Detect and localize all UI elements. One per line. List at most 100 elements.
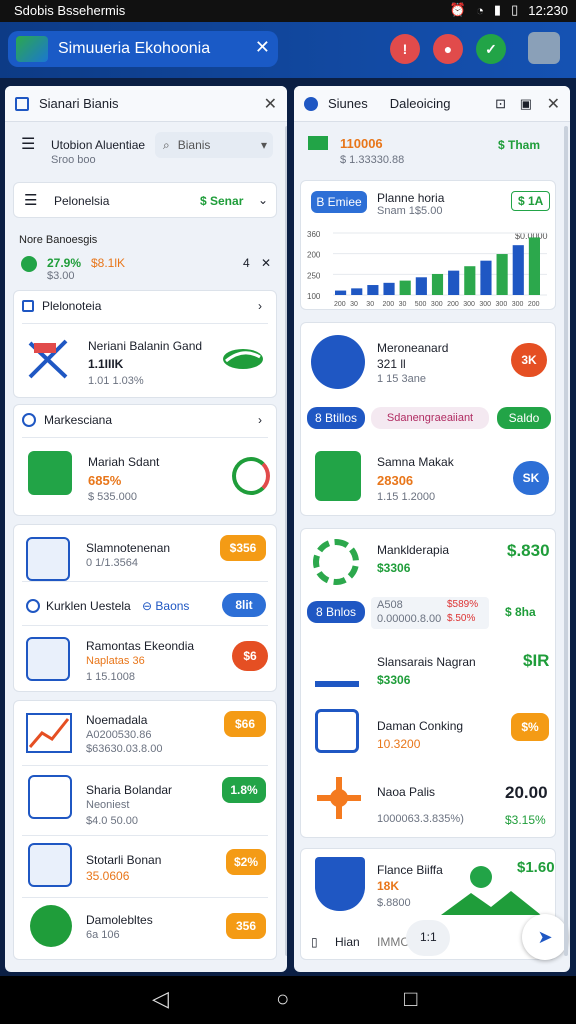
back-icon[interactable]: ◁ <box>152 986 169 1012</box>
alarm-icon: ⏰ <box>449 2 467 17</box>
x-tick-label: 30 <box>350 301 358 308</box>
row3-pct: 27.9% <box>47 256 82 270</box>
list-item-action[interactable]: ⊖ Baons <box>142 599 189 613</box>
card5-right: $IR <box>523 651 550 670</box>
x-tick-label: 200 <box>382 301 394 308</box>
app-title-tab[interactable]: Simuueria Ekohoonia ✕ <box>8 31 278 67</box>
list-item-badge[interactable]: $66 <box>224 711 266 737</box>
section1-header[interactable]: Plelonoteia <box>22 299 101 313</box>
chart-button[interactable]: B Emiee <box>311 191 367 213</box>
list-item-badge[interactable]: $2% <box>226 849 266 875</box>
x-tick-label: 200 <box>334 301 346 308</box>
row3-sub2: $8.1lK <box>91 256 126 270</box>
chip-right[interactable]: Saldo <box>497 407 551 429</box>
section2-title: Markesciana <box>44 413 113 427</box>
card6-badge[interactable]: $% <box>511 713 549 741</box>
chart-bar <box>335 290 347 295</box>
chip-mid2-a: A508 <box>377 599 403 611</box>
divider <box>22 765 268 766</box>
tab-siunes[interactable]: Siunes <box>328 96 368 111</box>
left-panel: Sianari Bianis ✕ ☰ Utobion Aluentiae Sro… <box>5 86 287 972</box>
top-value: 110006 <box>340 136 383 151</box>
list-item-button[interactable]: 8lit <box>222 593 266 617</box>
section2-header[interactable]: Markesciana <box>22 413 112 427</box>
chip-mid-2[interactable]: A508 0.00000.8.00 $589% $.50% <box>371 597 489 629</box>
app-bar: Simuueria Ekohoonia ✕ ! ● ✓ <box>0 22 576 78</box>
chip-mid2-v1: $589% <box>447 599 479 610</box>
recents-icon[interactable]: □ <box>404 986 417 1012</box>
chip-left-2[interactable]: 8 Bnlos <box>307 601 365 623</box>
list-item-title: Stotarli Bonan <box>86 853 162 867</box>
right-panel-header: Siunes Daleoicing ⊡ ▣ ✕ <box>294 86 570 122</box>
card2-title: Meroneanard <box>377 341 449 355</box>
search-input[interactable]: ⌕ Bianis ▾ <box>155 132 273 158</box>
row1-sub: Sroo boo <box>51 154 96 166</box>
record-button[interactable]: ● <box>433 34 463 64</box>
scrollbar[interactable] <box>564 126 568 956</box>
app-title: Simuueria Ekohoonia <box>58 40 211 57</box>
x-tick-label: 300 <box>463 301 475 308</box>
x-tick-label: 200 <box>528 301 540 308</box>
home-icon[interactable]: ○ <box>276 986 289 1012</box>
avatar[interactable] <box>528 32 560 64</box>
close-icon[interactable]: ✕ <box>261 256 271 270</box>
section2-item-sub: $ 535.000 <box>88 491 137 503</box>
card6-title: Daman Conking <box>377 719 464 733</box>
chevron-down-icon[interactable]: ⌄ <box>258 193 268 207</box>
card3-badge[interactable]: SK <box>513 461 549 495</box>
list-icon: ☰ <box>24 192 38 209</box>
card5-title: Slansarais Nagran <box>377 655 476 669</box>
row3-right: 4 <box>243 256 250 270</box>
clock-icon <box>26 599 40 613</box>
chip-mid[interactable]: Sdanengraeaiiant <box>371 407 489 429</box>
list-item-badge[interactable]: $356 <box>220 535 266 561</box>
close-icon[interactable]: ✕ <box>547 94 560 114</box>
chart-bar <box>431 273 444 295</box>
list-item-badge[interactable]: 356 <box>226 913 266 939</box>
chevron-right-icon[interactable]: › <box>258 299 262 313</box>
calendar-icon <box>28 451 72 495</box>
list-icon: ☰ <box>21 136 36 153</box>
chat-button[interactable]: ✓ <box>476 34 506 64</box>
row3-sub1: $3.00 <box>47 270 75 282</box>
card4-title: Manklderapia <box>377 543 450 557</box>
chevron-right-icon[interactable]: › <box>258 413 262 427</box>
list-item-sub: 35.0606 <box>86 869 130 883</box>
map-pin-icon <box>441 863 541 915</box>
chart-right-badge[interactable]: $ 1A <box>511 191 551 211</box>
card6-value: 10.3200 <box>377 737 421 751</box>
chip-mid2-v2: $.50% <box>447 613 476 624</box>
card2-badge[interactable]: 3K <box>511 343 547 377</box>
tab-daleoicing[interactable]: Daleoicing <box>390 96 451 111</box>
status-bar: Sdobis Bssehermis ⏰ ◔ ▮ ▯ 12:230 <box>0 0 576 22</box>
divider <box>22 323 268 324</box>
right-panel: Siunes Daleoicing ⊡ ▣ ✕ 110006 $ 1.33330… <box>294 86 570 972</box>
list-item-sub: 6a 106 <box>86 929 120 941</box>
card4-value: $3306 <box>377 561 411 575</box>
chip-left[interactable]: 8 Btillos <box>307 407 365 429</box>
list-item-badge[interactable]: $6 <box>232 641 268 671</box>
bookmark-icon[interactable]: ⊡ <box>495 96 506 112</box>
wifi-icon: ◔ <box>476 2 484 18</box>
window-icon[interactable]: ▣ <box>520 96 532 112</box>
list-item-badge[interactable]: 1.8% <box>222 777 266 803</box>
close-icon[interactable]: ✕ <box>264 94 277 114</box>
clipboard-icon: ▯ <box>311 935 318 949</box>
list-item-title: Noemadala <box>86 713 148 727</box>
section1-item-sub: 1.01 1.03% <box>88 375 144 387</box>
list-card-2: Noemadala A0200530.86 $63630.03.8.00 $66… <box>13 700 277 960</box>
chip-mid2-b: 0.00000.8.00 <box>377 613 442 625</box>
section1-title: Plelonoteia <box>42 299 102 313</box>
close-icon[interactable]: ✕ <box>255 37 270 58</box>
alert-button[interactable]: ! <box>390 34 420 64</box>
row2-card[interactable]: ☰ Pelonelsia $ Senar ⌄ <box>13 182 277 218</box>
card3-sub: 1.15 1.2000 <box>377 491 436 503</box>
zoom-chip[interactable]: 1:1 <box>406 920 450 956</box>
section1-item-title: Neriani Balanin Gand <box>88 339 203 353</box>
chart-bar <box>383 282 395 295</box>
scrollbar[interactable] <box>285 126 287 956</box>
leaf-logo-icon <box>222 345 264 373</box>
card7-title: Naoa Palis <box>377 785 436 799</box>
send-fab[interactable]: ➤ <box>522 914 568 960</box>
divider <box>22 625 268 626</box>
